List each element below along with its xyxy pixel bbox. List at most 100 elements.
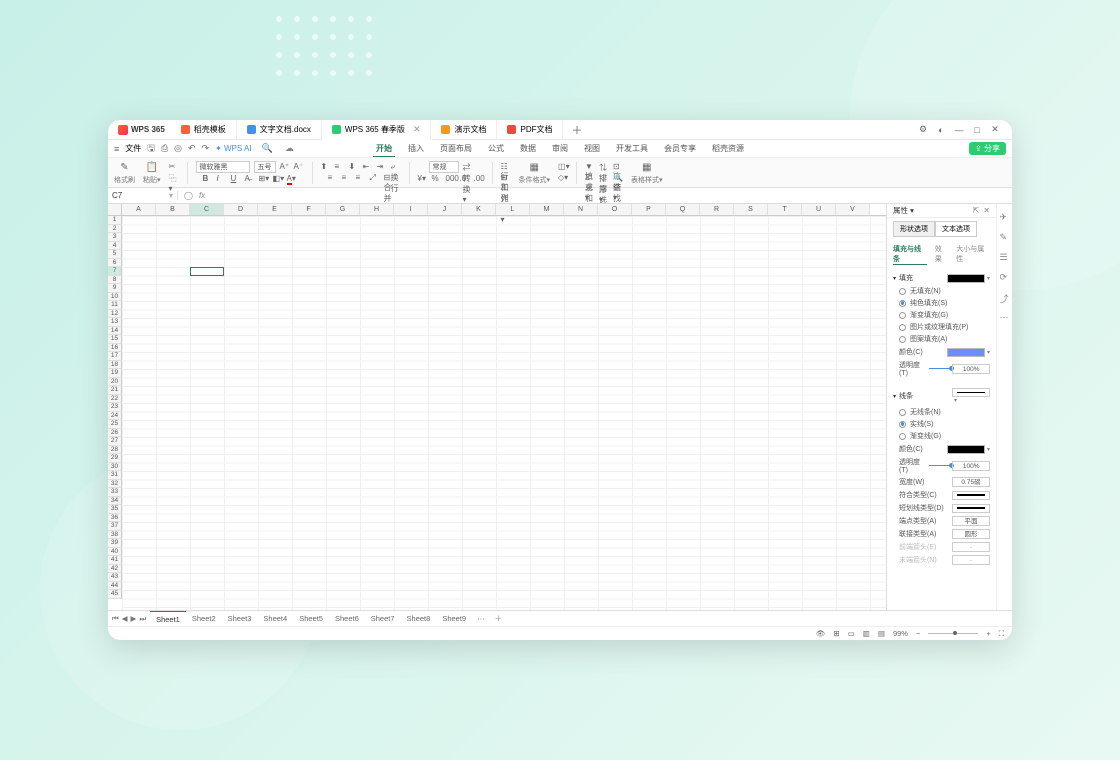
increase-font-icon[interactable]: A⁺ bbox=[280, 162, 290, 172]
doc-tab[interactable]: 文字文档.docx bbox=[237, 120, 322, 139]
column-header[interactable]: L bbox=[496, 204, 530, 215]
ribbon-tab[interactable]: 页面布局 bbox=[437, 141, 475, 157]
row-header[interactable]: 32 bbox=[108, 480, 122, 489]
font-name-select[interactable]: 微软雅黑 bbox=[196, 161, 250, 173]
search-icon[interactable]: 🔍 bbox=[262, 143, 273, 154]
close-tab-icon[interactable]: ✕ bbox=[413, 124, 421, 135]
row-header[interactable]: 42 bbox=[108, 565, 122, 574]
indent-dec-icon[interactable]: ⇤ bbox=[363, 162, 373, 172]
column-header[interactable]: N bbox=[564, 204, 598, 215]
underline-icon[interactable]: U bbox=[231, 174, 241, 184]
dec-inc-icon[interactable]: .0 bbox=[460, 174, 470, 184]
row-header[interactable]: 45 bbox=[108, 590, 122, 599]
indent-inc-icon[interactable]: ⇥ bbox=[377, 162, 387, 172]
cell-style-icon[interactable]: ◫▾ bbox=[558, 162, 568, 172]
column-header[interactable]: P bbox=[632, 204, 666, 215]
filter-button[interactable]: ▽筛选▾ bbox=[599, 173, 609, 183]
fill-color-icon[interactable]: ◧▾ bbox=[273, 174, 283, 184]
format-painter-group[interactable]: ✎ 格式刷 bbox=[114, 160, 135, 185]
view-custom-icon[interactable]: ▤ bbox=[878, 629, 885, 638]
table-style-group[interactable]: ▦ 表格样式▾ bbox=[631, 160, 663, 185]
ribbon-tab[interactable]: 视图 bbox=[581, 141, 603, 157]
row-header[interactable]: 9 bbox=[108, 284, 122, 293]
line-color-swatch[interactable] bbox=[947, 445, 985, 454]
column-header[interactable]: Q bbox=[666, 204, 700, 215]
fill-color-swatch[interactable] bbox=[947, 348, 985, 357]
doc-tab[interactable]: 稻壳模板 bbox=[171, 120, 237, 139]
convert-button[interactable]: ⇄转换▾ bbox=[463, 162, 473, 172]
freeze-button[interactable]: ⊡冻结▾ bbox=[613, 162, 623, 172]
row-header[interactable]: 19 bbox=[108, 369, 122, 378]
doc-tab[interactable]: PDF文档 bbox=[497, 120, 563, 139]
add-sheet-button[interactable]: ＋ bbox=[490, 613, 508, 624]
align-left-icon[interactable]: ≡ bbox=[328, 173, 338, 183]
row-header[interactable]: 34 bbox=[108, 497, 122, 506]
column-header[interactable]: C bbox=[190, 204, 224, 215]
sheet-prev-icon[interactable]: ◀ bbox=[122, 614, 128, 624]
print-icon[interactable]: ⎙ bbox=[161, 143, 168, 154]
dec-dec-icon[interactable]: .00 bbox=[474, 174, 484, 184]
row-header[interactable]: 35 bbox=[108, 505, 122, 514]
line-option-row[interactable]: 实线(S) bbox=[899, 419, 990, 429]
row-header[interactable]: 40 bbox=[108, 548, 122, 557]
column-header[interactable]: T bbox=[768, 204, 802, 215]
compound-select[interactable] bbox=[952, 491, 990, 500]
row-header[interactable]: 17 bbox=[108, 352, 122, 361]
sheet-more-icon[interactable]: ⋯ bbox=[472, 614, 490, 623]
row-header[interactable]: 11 bbox=[108, 301, 122, 310]
ribbon-tab[interactable]: 稻壳资源 bbox=[709, 141, 747, 157]
zoom-slider[interactable] bbox=[928, 633, 978, 634]
align-center-icon[interactable]: ≡ bbox=[342, 173, 352, 183]
row-header[interactable]: 25 bbox=[108, 420, 122, 429]
font-color-icon[interactable]: A▾ bbox=[287, 174, 297, 184]
fill-opacity-value[interactable]: 100% bbox=[952, 364, 990, 374]
column-header[interactable]: G bbox=[326, 204, 360, 215]
settings-icon[interactable]: ⚙ bbox=[918, 125, 928, 135]
italic-icon[interactable]: I bbox=[217, 174, 227, 184]
rail-more-icon[interactable]: ⋯ bbox=[1000, 312, 1010, 322]
doc-tab[interactable]: WPS 365 春季版✕ bbox=[322, 121, 432, 140]
sheet-tab[interactable]: Sheet5 bbox=[293, 611, 329, 626]
percent-icon[interactable]: % bbox=[432, 174, 442, 184]
zoom-in-button[interactable]: + bbox=[986, 629, 990, 638]
row-header[interactable]: 24 bbox=[108, 412, 122, 421]
align-bot-icon[interactable]: ⬇ bbox=[349, 162, 359, 172]
row-header[interactable]: 44 bbox=[108, 582, 122, 591]
column-header[interactable]: J bbox=[428, 204, 462, 215]
row-header[interactable]: 21 bbox=[108, 386, 122, 395]
panel-sub-tab[interactable]: 填充与线条 bbox=[893, 244, 927, 265]
dash-select[interactable] bbox=[952, 504, 990, 513]
cancel-fx-icon[interactable]: ◯ bbox=[184, 191, 193, 200]
row-header[interactable]: 37 bbox=[108, 522, 122, 531]
row-header[interactable]: 12 bbox=[108, 310, 122, 319]
bold-icon[interactable]: B bbox=[203, 174, 213, 184]
fill-option-row[interactable]: 图片或纹理填充(P) bbox=[899, 322, 990, 332]
column-header[interactable]: K bbox=[462, 204, 496, 215]
copy-icon[interactable]: ⿻▾ bbox=[169, 173, 179, 183]
row-header[interactable]: 38 bbox=[108, 531, 122, 540]
rail-export-icon[interactable]: ⤴ bbox=[1000, 292, 1010, 302]
row-header[interactable]: 15 bbox=[108, 335, 122, 344]
undo-icon[interactable]: ↶ bbox=[188, 143, 196, 154]
panel-sub-tab[interactable]: 大小与属性 bbox=[956, 244, 990, 265]
row-header[interactable]: 39 bbox=[108, 539, 122, 548]
file-menu[interactable]: 文件 bbox=[125, 143, 141, 154]
align-top-icon[interactable]: ⬆ bbox=[321, 162, 331, 172]
row-header[interactable]: 29 bbox=[108, 454, 122, 463]
row-header[interactable]: 41 bbox=[108, 556, 122, 565]
zoom-out-button[interactable]: − bbox=[916, 629, 920, 638]
row-header[interactable]: 18 bbox=[108, 361, 122, 370]
line-option-row[interactable]: 渐变线(G) bbox=[899, 431, 990, 441]
paste-group[interactable]: 📋 粘贴▾ bbox=[143, 160, 161, 185]
fill-option-row[interactable]: 渐变填充(G) bbox=[899, 310, 990, 320]
column-header[interactable]: S bbox=[734, 204, 768, 215]
fill-button[interactable]: ▼填充▾ bbox=[585, 162, 595, 172]
row-header[interactable]: 4 bbox=[108, 242, 122, 251]
decrease-font-icon[interactable]: A⁻ bbox=[294, 162, 304, 172]
view-break-icon[interactable]: ▥ bbox=[863, 629, 870, 638]
sheet-tab[interactable]: Sheet1 bbox=[150, 611, 186, 626]
wps-ai-button[interactable]: ✦ WPS AI bbox=[215, 144, 252, 153]
column-header[interactable]: V bbox=[836, 204, 870, 215]
view-eye-icon[interactable]: 👁 bbox=[816, 629, 826, 638]
row-header[interactable]: 28 bbox=[108, 446, 122, 455]
